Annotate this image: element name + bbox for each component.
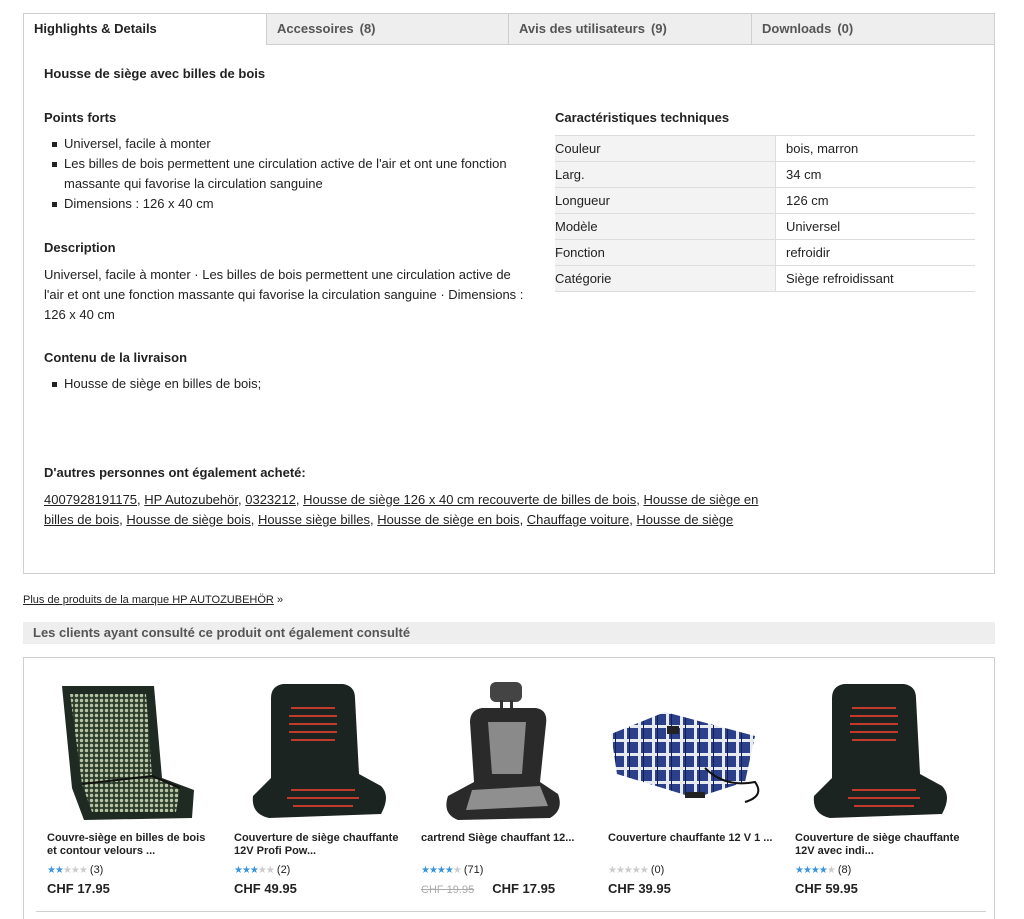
spec-key: Larg. [555, 161, 776, 188]
product-name[interactable]: Couverture chauffante 12 V 1 ... [608, 832, 778, 845]
table-row: Couleur bois, marron [555, 135, 975, 162]
review-count: (71) [463, 864, 484, 876]
tab-label: Highlights & Details [34, 21, 157, 36]
product-price: CHF 59.95 [795, 881, 858, 896]
brand-more-link-row: Plus de produits de la marque HP AUTOZUB… [23, 594, 283, 606]
highlights-list: Universel, facile à monter Les billes de… [44, 134, 514, 214]
tab-count: (0) [837, 21, 854, 36]
spec-value: bois, marron [775, 135, 975, 162]
delivery-list: Housse de siège en billes de bois; [44, 374, 514, 394]
beaded-seat-cover-image[interactable] [44, 678, 214, 828]
highlights-heading: Points forts [44, 110, 117, 125]
product-name[interactable]: cartrend Siège chauffant 12... [421, 832, 591, 845]
tab-bar: Highlights & Details Accessoires (8) Avis… [24, 14, 994, 45]
spec-key: Couleur [555, 135, 776, 162]
grey-seat-cushion-image[interactable] [418, 678, 588, 828]
product-name[interactable]: Couvre-siège en billes de bois et contou… [47, 832, 217, 858]
tab-label: Avis des utilisateurs [519, 21, 645, 36]
product-card[interactable]: Couvre-siège en billes de bois et contou… [44, 678, 214, 896]
product-name[interactable]: Couverture de siège chauffante 12V avec … [795, 832, 965, 858]
old-price: CHF 19.95 [421, 884, 475, 896]
product-price: CHF 17.95 [47, 881, 110, 896]
product-rating: ★★★★★ (2) [234, 864, 290, 876]
specs-table: Couleur bois, marron Larg. 34 cm Longueur 1… [555, 135, 975, 292]
spec-value: Siège refroidissant [775, 265, 975, 292]
table-row: Larg. 34 cm [555, 161, 975, 188]
tab-count: (8) [359, 21, 376, 36]
list-item: Dimensions : 126 x 40 cm [44, 194, 514, 214]
description-heading: Description [44, 240, 116, 255]
review-count: (8) [837, 864, 852, 876]
star-rating-icon: ★★★★★ [234, 865, 275, 876]
spec-value: Universel [775, 213, 975, 240]
product-price: CHF 19.95 CHF 17.95 [421, 881, 555, 896]
product-card[interactable]: cartrend Siège chauffant 12... ★★★★★ (71… [418, 678, 588, 896]
table-row: Longueur 126 cm [555, 187, 975, 214]
table-row: Catégorie Siège refroidissant [555, 265, 975, 292]
spec-value: 126 cm [775, 187, 975, 214]
list-item: Housse de siège en billes de bois; [44, 374, 514, 394]
tag-link[interactable]: Chauffage voiture [527, 512, 629, 527]
table-row: Modèle Universel [555, 213, 975, 240]
star-rating-icon: ★★★★★ [608, 865, 649, 876]
tag-link[interactable]: Housse de siège bois [126, 512, 250, 527]
product-name[interactable]: Couverture de siège chauffante 12V Profi… [234, 832, 404, 858]
table-row: Fonction refroidir [555, 239, 975, 266]
also-bought-tags: 4007928191175, HP Autozubehör, 0323212, … [44, 492, 759, 527]
heated-seat-cover-image[interactable] [231, 678, 401, 828]
specs-heading: Caractéristiques techniques [555, 110, 730, 125]
spec-key: Fonction [555, 239, 776, 266]
heated-seat-cover-image[interactable] [792, 678, 962, 828]
product-card[interactable]: Couverture de siège chauffante 12V Profi… [231, 678, 401, 896]
tab-accessories[interactable]: Accessoires (8) [266, 14, 508, 44]
product-card[interactable]: Couverture de siège chauffante 12V avec … [792, 678, 962, 896]
tag-link[interactable]: Housse de siège en bois [377, 512, 519, 527]
tab-count: (9) [650, 21, 667, 36]
details-tab-panel: Highlights & Details Accessoires (8) Avis… [23, 13, 995, 574]
tag-link[interactable]: Housse de siège [636, 512, 733, 527]
spec-key: Catégorie [555, 265, 776, 292]
spec-key: Longueur [555, 187, 776, 214]
review-count: (0) [650, 864, 665, 876]
product-rating: ★★★★★ (3) [47, 864, 103, 876]
tab-downloads[interactable]: Downloads (0) [751, 14, 994, 44]
product-price: CHF 49.95 [234, 881, 297, 896]
delivery-heading: Contenu de la livraison [44, 350, 188, 365]
product-rating: ★★★★★ (0) [608, 864, 664, 876]
brand-more-link[interactable]: Plus de produits de la marque HP AUTOZUB… [23, 594, 274, 606]
product-rating: ★★★★★ (8) [795, 864, 851, 876]
tag-link[interactable]: 0323212 [245, 492, 296, 507]
tag-link[interactable]: 4007928191175 [44, 492, 137, 507]
product-rating: ★★★★★ (71) [421, 864, 483, 876]
product-card[interactable]: Couverture chauffante 12 V 1 ... ★★★★★ (… [605, 678, 775, 896]
brand-link-arrow: » [276, 594, 284, 606]
list-item: Universel, facile à monter [44, 134, 514, 154]
tab-highlights[interactable]: Highlights & Details [24, 14, 266, 45]
tab-reviews[interactable]: Avis des utilisateurs (9) [508, 14, 751, 44]
tag-link[interactable]: HP Autozubehör [144, 492, 238, 507]
star-rating-icon: ★★★★★ [421, 865, 462, 876]
description-text: Universel, facile à monter · Les billes … [44, 267, 524, 322]
spec-key: Modèle [555, 213, 776, 240]
star-rating-icon: ★★★★★ [47, 865, 88, 876]
spec-value: refroidir [775, 239, 975, 266]
tab-label: Downloads [762, 21, 832, 36]
spec-value: 34 cm [775, 161, 975, 188]
viewed-products-carousel: Couvre-siège en billes de bois et contou… [23, 657, 995, 919]
plaid-blanket-image[interactable] [605, 678, 775, 828]
list-item: Les billes de bois permettent une circul… [44, 154, 514, 194]
tab-label: Accessoires [277, 21, 354, 36]
review-count: (3) [89, 864, 104, 876]
current-price: CHF 17.95 [492, 881, 556, 896]
product-title: Housse de siège avec billes de bois [44, 66, 266, 81]
star-rating-icon: ★★★★★ [795, 865, 836, 876]
viewed-section-heading: Les clients ayant consulté ce produit on… [23, 622, 995, 644]
product-price: CHF 39.95 [608, 881, 671, 896]
divider [36, 911, 986, 912]
tag-link[interactable]: Housse siège billes [258, 512, 370, 527]
tag-link[interactable]: Housse de siège 126 x 40 cm recouverte d… [303, 492, 636, 507]
also-bought-heading: D'autres personnes ont également acheté: [44, 465, 306, 480]
review-count: (2) [276, 864, 291, 876]
